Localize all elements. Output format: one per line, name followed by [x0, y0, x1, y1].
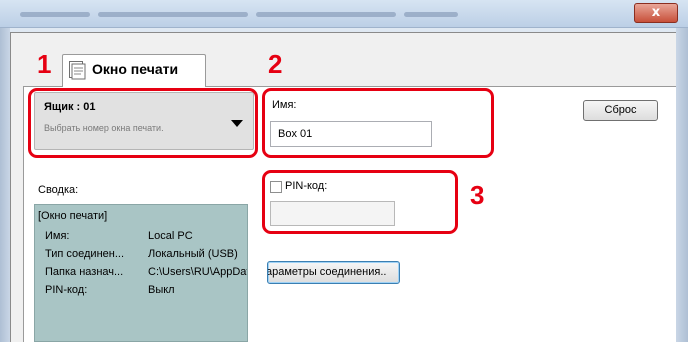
callout-number-3: 3: [470, 180, 485, 210]
callout-number-1: 1: [37, 49, 52, 79]
callout-box-1: [28, 88, 258, 158]
summary-row-key: Имя:: [45, 230, 70, 242]
summary-row-value: Локальный (USB): [148, 248, 238, 260]
summary-row-key: Тип соединен...: [45, 248, 125, 260]
blurred-title-segment: [404, 12, 458, 17]
connection-settings-button[interactable]: араметры соединения..: [267, 261, 400, 284]
reset-button[interactable]: Сброс: [583, 100, 658, 121]
summary-row-value: C:\Users\RU\AppDat: [148, 266, 247, 278]
close-button[interactable]: x: [634, 3, 678, 23]
callout-box-2: [262, 88, 494, 158]
summary-row-key: PIN-код:: [45, 284, 88, 296]
callout-box-3: [262, 170, 458, 234]
summary-label: Сводка:: [38, 184, 79, 196]
window-frame-right: [676, 28, 688, 342]
summary-row-value: Local PC: [148, 230, 193, 242]
blurred-title-segment: [20, 12, 90, 17]
blurred-title-segment: [256, 12, 396, 17]
document-icon: [69, 61, 86, 80]
tab-label: Окно печати: [92, 61, 179, 77]
summary-row-value: Выкл: [148, 284, 175, 296]
callout-number-2: 2: [268, 49, 283, 79]
window-title-bar: [0, 0, 688, 28]
connection-settings-label: араметры соединения..: [267, 266, 387, 278]
summary-header: [Окно печати]: [38, 210, 108, 222]
close-icon: x: [651, 5, 661, 20]
window-frame-left: [0, 28, 10, 342]
blurred-title-segment: [98, 12, 248, 17]
summary-row-key: Папка назнач...: [45, 266, 124, 278]
